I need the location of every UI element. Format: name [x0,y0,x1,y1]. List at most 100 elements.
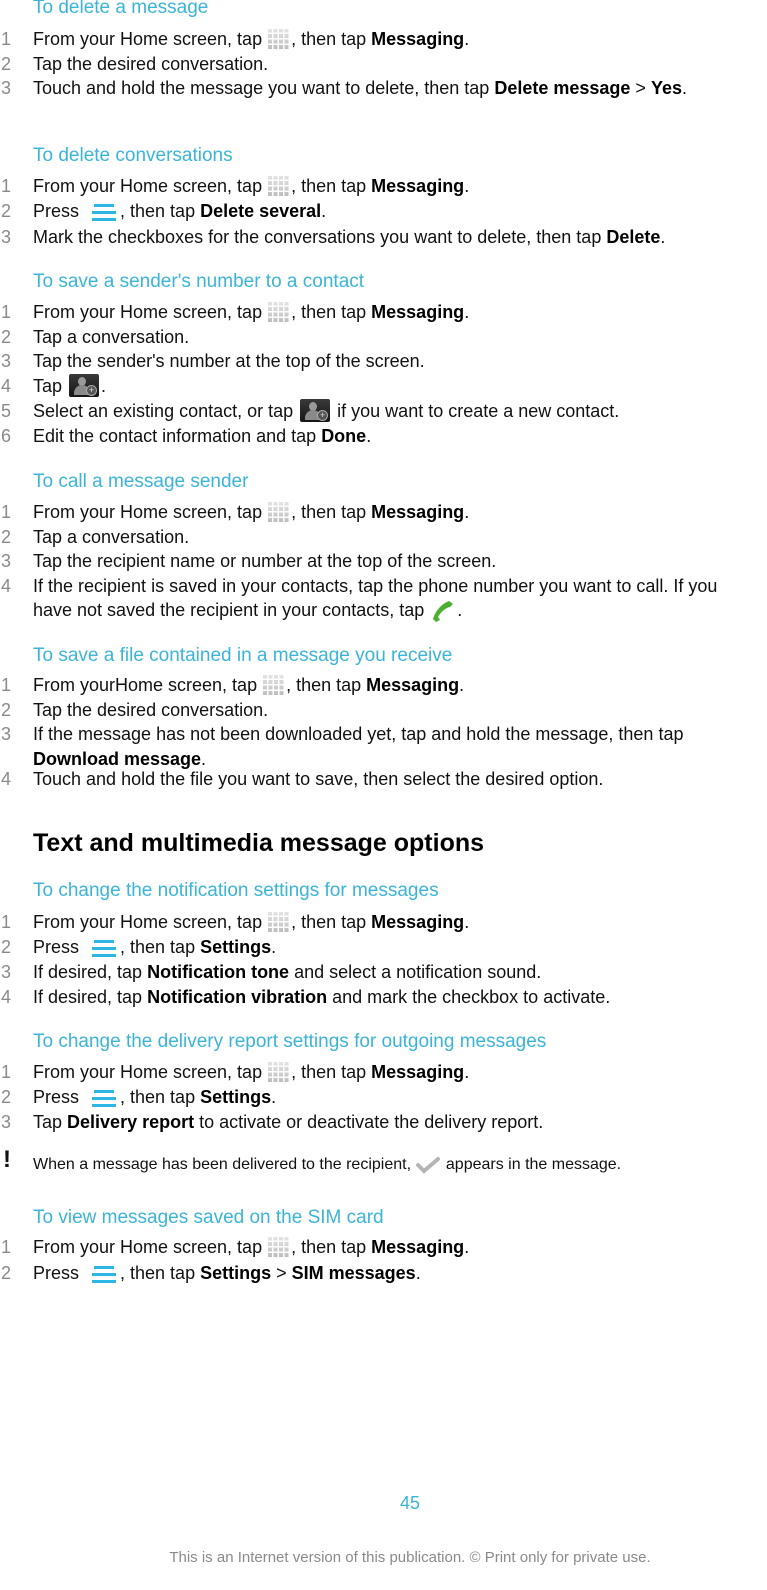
exclamation-icon: ! [3,1146,11,1173]
apps-icon [268,912,291,932]
step-number: 2 [1,53,12,74]
apps-icon [268,1237,291,1257]
ui-term: Delete several [200,201,322,221]
step-text: Mark the checkboxes for the conversation… [33,227,666,247]
ui-term: SIM messages [291,1263,416,1283]
page-number: 45 [399,1493,421,1513]
apps-icon [263,675,286,695]
ui-term: Messaging [371,1062,465,1082]
add-contact-icon: + [300,399,331,422]
ui-term: Yes [650,78,682,98]
step-text: From your Home screen, tap , then tap Me… [33,1062,470,1082]
ui-term: Notification tone [147,962,290,982]
step-number: 4 [1,375,12,396]
step-number: 2 [1,326,12,347]
step-text: Press , then tap Delete several. [33,201,327,223]
step-number: 3 [1,724,12,744]
step-number: 3 [1,551,12,571]
step-text: From your Home screen, tap , then tap Me… [33,1237,470,1257]
step-text: Press , then tap Settings. [33,1087,277,1109]
apps-icon [268,502,291,522]
ui-term: Delete [606,227,661,247]
apps-icon [268,176,291,196]
step-text: Press , then tap Settings. [33,937,277,959]
ui-term: Done [321,426,367,446]
procedure-title: To change the notification settings for … [33,880,439,901]
step-number: 1 [1,176,12,196]
step-text: From your Home screen, tap , then tap Me… [33,502,470,522]
procedure-title: To call a message sender [33,471,249,492]
apps-icon [268,29,291,49]
step-text: If desired, tap Notification vibration a… [33,986,611,1007]
footer-notice: This is an Internet version of this publ… [169,1549,651,1566]
step-text: From your Home screen, tap , then tap Me… [33,29,470,49]
ui-term: Messaging [371,912,465,932]
step-text: Select an existing contact, or tap + if … [33,399,620,422]
step-number: 4 [1,986,12,1007]
step-text: From your Home screen, tap , then tap Me… [33,176,470,196]
step-number: 3 [1,78,12,98]
section-heading: Text and multimedia message options [33,829,485,857]
step-number: 2 [1,201,12,221]
step-text: If desired, tap Notification tone and se… [33,962,542,982]
ui-term: Delete message [494,78,631,98]
step-number: 1 [1,1062,12,1082]
step-number: 1 [1,1237,12,1257]
step-number: 1 [1,912,12,932]
step-text: If the message has not been downloaded y… [33,724,684,769]
step-text: From yourHome screen, tap , then tap Mes… [33,675,465,695]
ui-term: Settings [200,937,272,957]
ui-term: Notification vibration [147,986,328,1007]
phone-icon [429,598,457,622]
step-number: 5 [1,401,12,421]
ui-term: Messaging [371,29,465,49]
add-contact-icon: + [69,373,100,397]
procedure-title: To save a sender's number to a contact [33,271,365,292]
step-number: 1 [1,29,12,49]
step-number: 4 [1,575,12,596]
step-text: Tap a conversation. [33,526,190,547]
step-text: Tap the recipient name or number at the … [33,551,497,571]
step-text: Touch and hold the message you want to d… [33,78,687,98]
step-text: From your Home screen, tap , then tap Me… [33,302,470,322]
step-number: 6 [1,426,12,446]
procedure-title: To delete a message [33,0,209,18]
menu-icon [90,1087,118,1109]
procedure-title: To change the delivery report settings f… [33,1031,547,1052]
step-number: 1 [1,302,12,322]
menu-icon [90,1263,118,1285]
procedure-title: To delete conversations [33,145,233,166]
step-text: Tap +. [33,373,107,397]
step-number: 3 [1,227,12,247]
step-number: 2 [1,526,12,547]
step-number: 3 [1,962,12,982]
ui-term: Settings [200,1263,272,1283]
ui-term: Settings [200,1087,272,1107]
ui-term: Messaging [371,176,465,196]
step-text: Tap the desired conversation. [33,53,269,74]
note-text: When a message has been delivered to the… [33,1156,622,1174]
step-number: 2 [1,699,12,720]
step-number: 1 [1,502,12,522]
step-number: 2 [1,937,12,957]
ui-term: Messaging [366,675,460,695]
step-number: 3 [1,351,12,371]
step-text: If the recipient is saved in your contac… [33,575,718,622]
step-text: Edit the contact information and tap Don… [33,426,372,446]
menu-icon [90,937,118,959]
step-text: Tap the desired conversation. [33,699,269,720]
ui-term: Messaging [371,502,465,522]
step-text: Tap Delivery report to activate or deact… [33,1112,544,1132]
menu-icon [90,201,118,223]
step-text: Tap the sender's number at the top of th… [33,351,425,371]
procedure-title: To view messages saved on the SIM card [33,1207,384,1228]
procedure-title: To save a file contained in a message yo… [33,645,453,666]
step-text: From your Home screen, tap , then tap Me… [33,912,470,932]
step-number: 3 [1,1112,12,1132]
step-number: 4 [1,769,12,789]
ui-term: Messaging [371,302,465,322]
ui-term: Download message [33,748,202,769]
step-text: Tap a conversation. [33,326,190,347]
apps-icon [268,302,291,322]
step-number: 2 [1,1087,12,1107]
